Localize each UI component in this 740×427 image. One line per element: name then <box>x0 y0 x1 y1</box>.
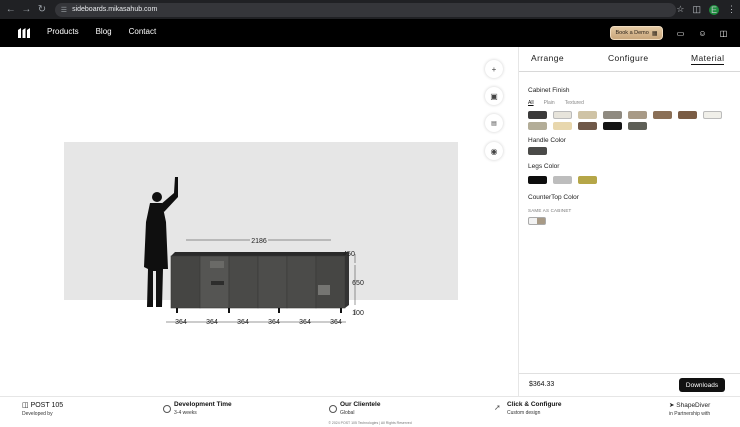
nav-contact[interactable]: Contact <box>129 27 157 36</box>
finish-swatch[interactable] <box>578 111 597 119</box>
address-bar[interactable]: ☰ sideboards.mikasahub.com <box>54 2 677 17</box>
finish-swatch[interactable] <box>553 122 572 130</box>
dimensions-toggle-button[interactable]: ▤ <box>485 114 503 132</box>
tab-arrange[interactable]: Arrange <box>531 53 564 63</box>
forward-icon[interactable]: → <box>20 3 34 17</box>
extensions-icon[interactable]: ◫ <box>692 4 701 15</box>
click-configure-value: Custom design <box>507 410 541 416</box>
dim-module: 364 <box>330 319 342 326</box>
handle-color-title: Handle Color <box>528 137 566 144</box>
clientele-value: Global <box>340 410 355 416</box>
book-demo-button[interactable]: Book a Demo ▦ <box>610 26 663 40</box>
dim-height: 650 <box>352 280 364 287</box>
tab-configure[interactable]: Configure <box>608 53 648 63</box>
legs-swatch[interactable] <box>528 176 547 184</box>
finish-swatch[interactable] <box>603 122 622 130</box>
footer: ◫ POST 105 Developed by Development Time… <box>0 396 740 427</box>
dim-depth: 450 <box>343 251 355 258</box>
downloads-button[interactable]: Downloads <box>679 378 725 392</box>
mikasa-logo[interactable] <box>18 28 30 38</box>
site-info-icon[interactable]: ☰ <box>61 6 67 14</box>
finish-swatch[interactable] <box>528 122 547 130</box>
price-bar: $364.33 Downloads <box>519 373 740 396</box>
configurator-viewer[interactable]: 2186 450 650 100 364 364 364 364 364 364… <box>0 47 517 396</box>
main-nav: Products Blog Contact <box>47 27 156 36</box>
url-text: sideboards.mikasahub.com <box>72 6 158 13</box>
site-header: Products Blog Contact Book a Demo ▦ ▭ ☺ … <box>0 19 740 47</box>
nav-products[interactable]: Products <box>47 27 79 36</box>
reload-icon[interactable]: ↻ <box>35 3 49 17</box>
dev-time-title: Development Time <box>174 401 232 408</box>
browser-toolbar: ← → ↻ ☰ sideboards.mikasahub.com ☆ ◫ E ⋮ <box>0 0 740 19</box>
sideboard-model <box>170 252 349 313</box>
fit-view-button[interactable]: ▣ <box>485 87 503 105</box>
zoom-in-button[interactable]: + <box>485 60 503 78</box>
profile-avatar[interactable]: E <box>709 4 719 15</box>
legs-color-title: Legs Color <box>528 163 560 170</box>
globe-icon <box>329 405 337 413</box>
dim-legs: 100 <box>352 310 364 317</box>
finish-swatch[interactable] <box>528 111 547 119</box>
plus-icon: + <box>491 64 497 74</box>
dim-module: 364 <box>299 319 311 326</box>
finish-swatch[interactable] <box>553 111 572 119</box>
dim-module: 364 <box>175 319 187 326</box>
dim-module: 364 <box>268 319 280 326</box>
finish-swatch[interactable] <box>578 122 597 130</box>
post105-logo[interactable]: ◫ POST 105 <box>22 401 63 409</box>
sideboard-scene[interactable]: 2186 450 650 100 364 364 364 364 364 364 <box>0 47 517 396</box>
legs-swatch[interactable] <box>553 176 572 184</box>
material-panel: Arrange Configure Material Cabinet Finis… <box>518 47 740 396</box>
focus-icon: ▣ <box>490 91 498 101</box>
dim-module: 364 <box>237 319 249 326</box>
download-file-icon[interactable]: ▭ <box>676 29 685 38</box>
browser-menu-icon[interactable]: ⋮ <box>727 4 736 15</box>
filter-plain[interactable]: Plain <box>544 100 555 106</box>
copyright: © 2024 POST 105 Technologies | All Right… <box>328 421 412 425</box>
back-icon[interactable]: ← <box>4 3 18 17</box>
countertop-note: SAME AS CABINET <box>528 208 572 213</box>
panel-tabs: Arrange Configure Material <box>519 47 740 72</box>
developed-by-label: Developed by <box>22 411 53 417</box>
cabinet-finish-title: Cabinet Finish <box>528 87 570 94</box>
screenshot-button[interactable]: ◉ <box>485 142 503 160</box>
user-icon[interactable]: ☺ <box>698 29 707 38</box>
shapediver-logo[interactable]: ➤ ShapeDiver <box>669 401 710 409</box>
filter-all[interactable]: All <box>528 100 534 106</box>
handle-swatch[interactable] <box>528 147 547 155</box>
finish-swatch[interactable] <box>653 111 672 119</box>
nav-blog[interactable]: Blog <box>96 27 112 36</box>
calendar-icon: ▦ <box>651 30 658 37</box>
dim-module: 364 <box>206 319 218 326</box>
dev-time-value: 3-4 weeks <box>174 410 197 416</box>
partnership-label: in Partnership with <box>669 411 711 417</box>
clock-icon <box>163 405 171 413</box>
finish-filter: All Plain Textured <box>528 100 584 106</box>
filter-textured[interactable]: Textured <box>565 100 584 106</box>
click-configure-title: Click & Configure <box>507 401 562 408</box>
cursor-click-icon: ➚ <box>494 403 501 412</box>
cart-icon[interactable]: ◫ <box>719 29 728 38</box>
camera-icon: ◉ <box>490 146 498 156</box>
finish-swatch[interactable] <box>603 111 622 119</box>
countertop-swatch[interactable] <box>528 217 546 225</box>
finish-swatch[interactable] <box>703 111 722 119</box>
finish-swatch[interactable] <box>678 111 697 119</box>
dim-width: 2186 <box>251 238 267 245</box>
clientele-title: Our Clientele <box>340 401 381 408</box>
tab-material[interactable]: Material <box>691 53 725 65</box>
bookmark-star-icon[interactable]: ☆ <box>676 4 684 15</box>
finish-swatch[interactable] <box>628 122 647 130</box>
ruler-icon: ▤ <box>491 120 497 127</box>
legs-swatch[interactable] <box>578 176 597 184</box>
total-price: $364.33 <box>529 381 555 388</box>
countertop-color-title: CounterTop Color <box>528 194 579 201</box>
finish-swatch[interactable] <box>628 111 647 119</box>
